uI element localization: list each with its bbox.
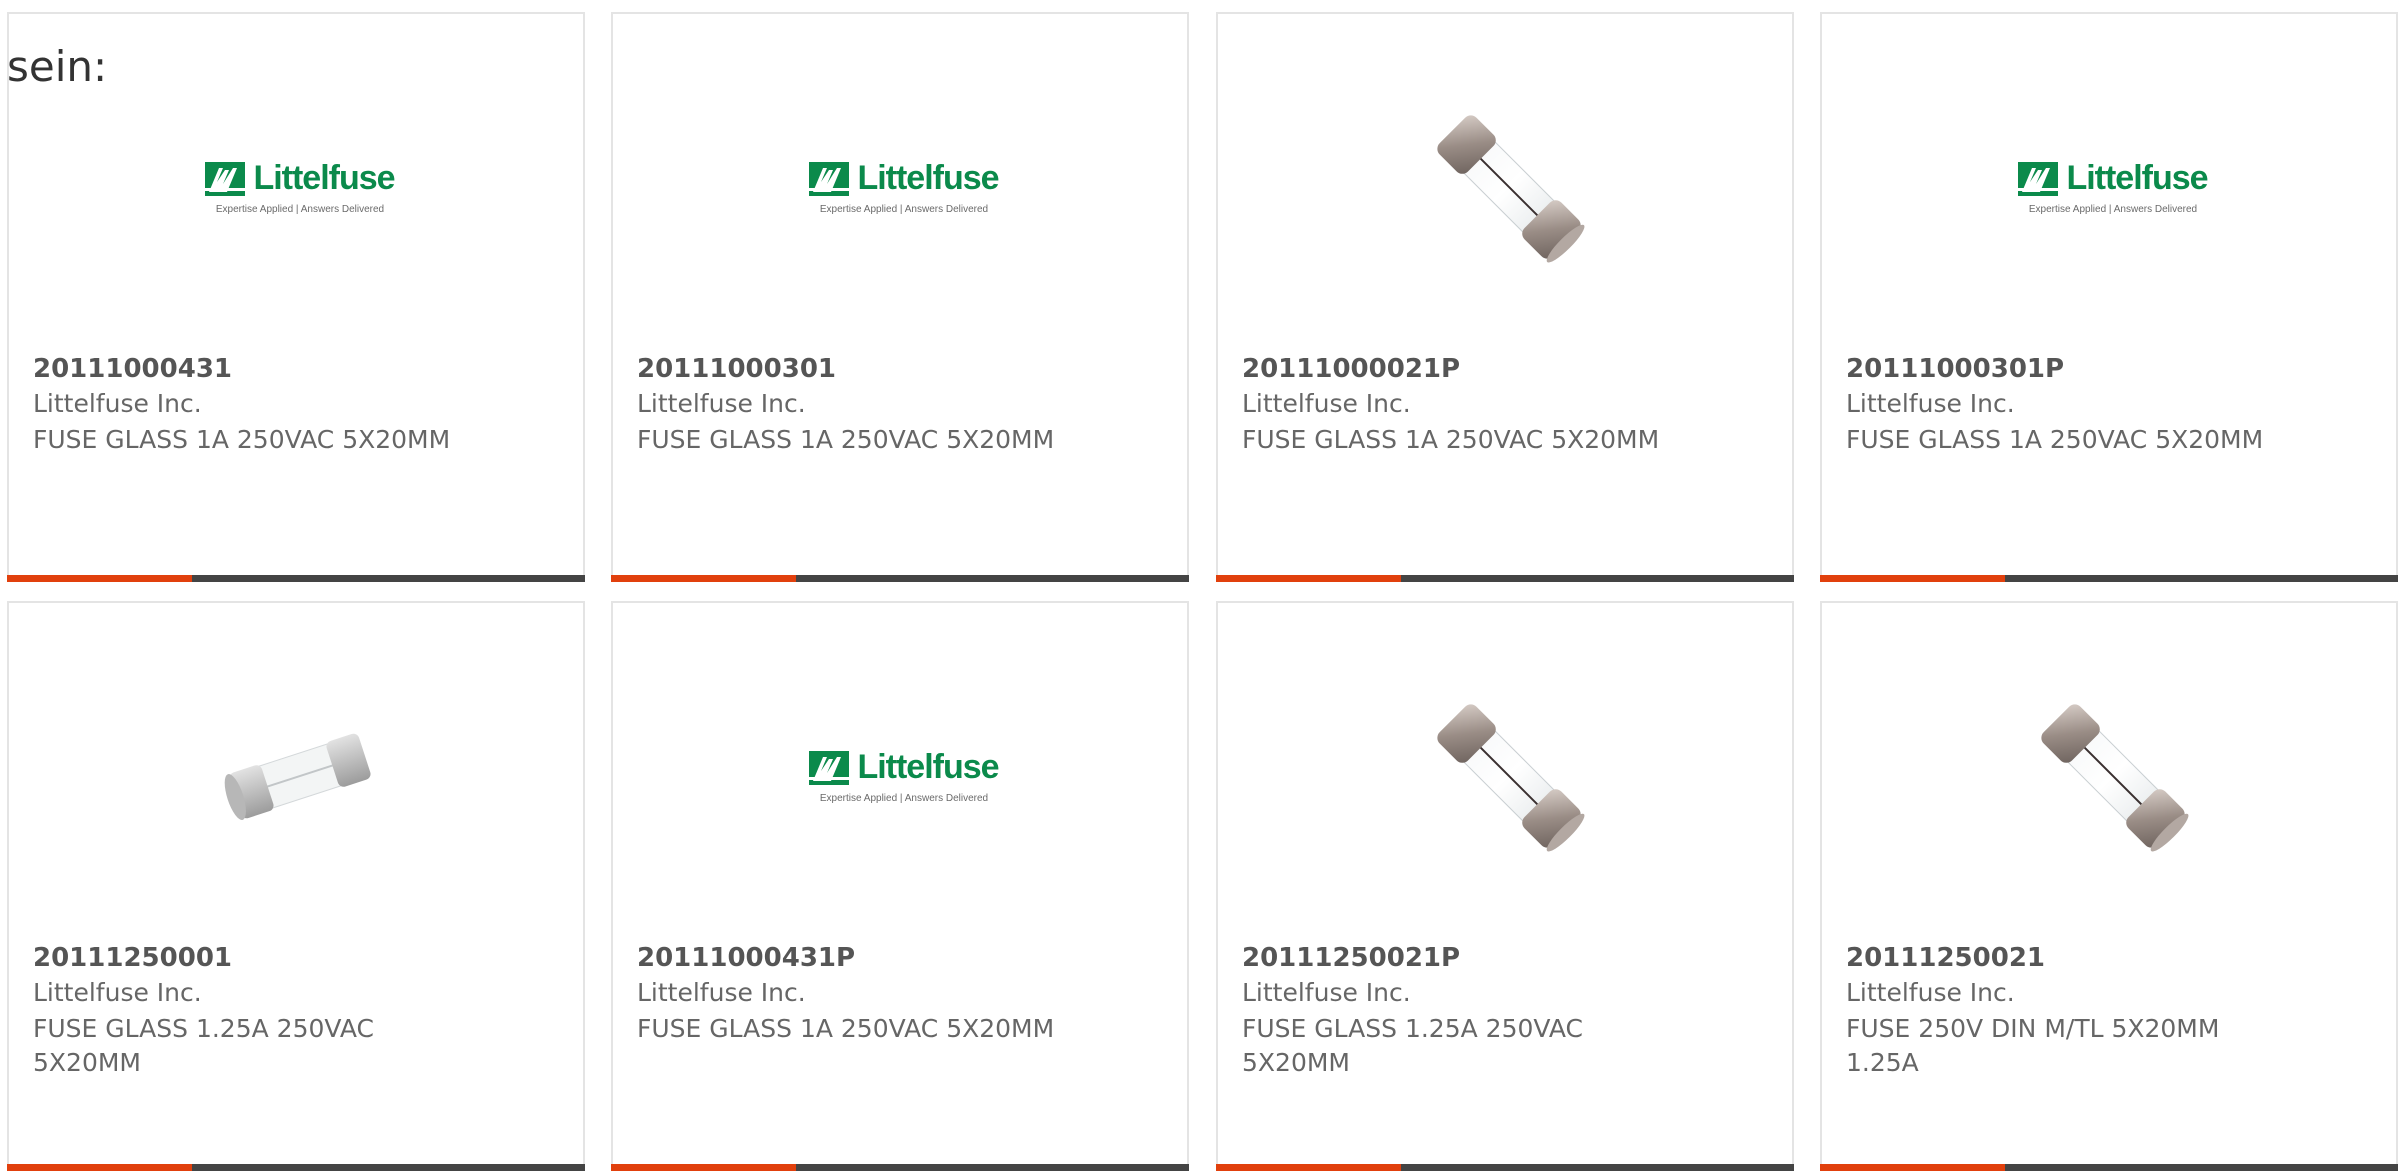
product-image[interactable]: Littelfuse Expertise Applied | Answers D… <box>195 82 405 292</box>
card-footer-accent <box>1216 575 1401 582</box>
intro-text: sein: <box>7 42 108 91</box>
fuse-image <box>2013 676 2213 876</box>
logo-tagline: Expertise Applied | Answers Delivered <box>215 204 385 215</box>
fuse-image <box>1409 676 1609 876</box>
card-footer-accent <box>1216 1164 1401 1171</box>
littelfuse-mark-icon <box>2018 161 2059 196</box>
card-footer-accent <box>1820 1164 2005 1171</box>
logo-wordmark: Littelfuse <box>253 159 395 197</box>
manufacturer: Littelfuse Inc. <box>637 978 806 1007</box>
product-description: FUSE GLASS 1.25A 250VAC 5X20MM <box>1242 1014 1584 1077</box>
product-image[interactable]: Littelfuse Expertise Applied | Answers D… <box>799 671 1009 881</box>
littelfuse-mark-icon <box>809 750 850 785</box>
fuse-image <box>1409 87 1609 287</box>
glass-fuse-icon <box>224 733 371 820</box>
card-footer-accent <box>611 1164 796 1171</box>
card-footer-bar <box>1820 575 2398 582</box>
card-footer-accent <box>7 1164 192 1171</box>
product-image[interactable]: Littelfuse Expertise Applied | Answers D… <box>2008 82 2218 292</box>
part-number[interactable]: 20111000301 <box>637 354 836 384</box>
glass-fuse-icon <box>2041 704 2189 852</box>
littelfuse-mark-icon <box>205 161 246 196</box>
card-footer-bar <box>611 1164 1189 1171</box>
littelfuse-logo: Littelfuse Expertise Applied | Answers D… <box>205 159 396 215</box>
manufacturer: Littelfuse Inc. <box>33 978 202 1007</box>
littelfuse-logo: Littelfuse Expertise Applied | Answers D… <box>2018 159 2209 215</box>
product-image[interactable] <box>195 671 405 881</box>
part-number[interactable]: 20111000301P <box>1846 354 2064 384</box>
card-footer-bar <box>7 1164 585 1171</box>
card-footer-bar <box>1216 1164 1794 1171</box>
part-number[interactable]: 20111250001 <box>33 943 232 973</box>
logo-wordmark: Littelfuse <box>857 159 999 197</box>
product-card[interactable]: 20111250021 Littelfuse Inc. FUSE 250V DI… <box>1820 601 2398 1171</box>
part-number[interactable]: 20111000431P <box>637 943 855 973</box>
product-grid: Littelfuse Expertise Applied | Answers D… <box>0 0 2400 1171</box>
fuse-image <box>200 676 400 876</box>
manufacturer: Littelfuse Inc. <box>1242 978 1411 1007</box>
card-footer-accent <box>611 575 796 582</box>
littelfuse-mark-icon <box>809 161 850 196</box>
product-card[interactable]: Littelfuse Expertise Applied | Answers D… <box>7 12 585 582</box>
littelfuse-logo: Littelfuse Expertise Applied | Answers D… <box>809 748 1000 804</box>
card-footer-bar <box>7 575 585 582</box>
part-number[interactable]: 20111000431 <box>33 354 232 384</box>
card-footer-bar <box>611 575 1189 582</box>
product-description: FUSE GLASS 1A 250VAC 5X20MM <box>1846 425 2264 454</box>
product-description: FUSE GLASS 1.25A 250VAC 5X20MM <box>33 1014 375 1077</box>
glass-fuse-icon <box>1437 704 1585 852</box>
logo-wordmark: Littelfuse <box>2066 159 2208 197</box>
product-description: FUSE GLASS 1A 250VAC 5X20MM <box>637 1014 1055 1043</box>
manufacturer: Littelfuse Inc. <box>1846 978 2015 1007</box>
logo-tagline: Expertise Applied | Answers Delivered <box>2028 204 2198 215</box>
manufacturer: Littelfuse Inc. <box>637 389 806 418</box>
logo-tagline: Expertise Applied | Answers Delivered <box>819 204 989 215</box>
part-number[interactable]: 20111000021P <box>1242 354 1460 384</box>
product-image[interactable] <box>1404 82 1614 292</box>
part-number[interactable]: 20111250021 <box>1846 943 2045 973</box>
product-description: FUSE GLASS 1A 250VAC 5X20MM <box>1242 425 1660 454</box>
product-card[interactable]: 20111250001 Littelfuse Inc. FUSE GLASS 1… <box>7 601 585 1171</box>
manufacturer: Littelfuse Inc. <box>1242 389 1411 418</box>
product-description: FUSE GLASS 1A 250VAC 5X20MM <box>33 425 451 454</box>
card-footer-accent <box>1820 575 2005 582</box>
product-card[interactable]: Littelfuse Expertise Applied | Answers D… <box>611 601 1189 1171</box>
product-image[interactable] <box>2008 671 2218 881</box>
product-card[interactable]: 20111250021P Littelfuse Inc. FUSE GLASS … <box>1216 601 1794 1171</box>
part-number[interactable]: 20111250021P <box>1242 943 1460 973</box>
product-card[interactable]: Littelfuse Expertise Applied | Answers D… <box>1820 12 2398 582</box>
littelfuse-logo: Littelfuse Expertise Applied | Answers D… <box>809 159 1000 215</box>
glass-fuse-icon <box>1437 115 1585 263</box>
product-image[interactable] <box>1404 671 1614 881</box>
card-footer-accent <box>7 575 192 582</box>
product-card[interactable]: 20111000021P Littelfuse Inc. FUSE GLASS … <box>1216 12 1794 582</box>
card-footer-bar <box>1820 1164 2398 1171</box>
product-description: FUSE GLASS 1A 250VAC 5X20MM <box>637 425 1055 454</box>
manufacturer: Littelfuse Inc. <box>1846 389 2015 418</box>
product-card[interactable]: Littelfuse Expertise Applied | Answers D… <box>611 12 1189 582</box>
product-image[interactable]: Littelfuse Expertise Applied | Answers D… <box>799 82 1009 292</box>
logo-wordmark: Littelfuse <box>857 748 999 786</box>
product-description: FUSE 250V DIN M/TL 5X20MM 1.25A <box>1846 1014 2220 1077</box>
manufacturer: Littelfuse Inc. <box>33 389 202 418</box>
logo-tagline: Expertise Applied | Answers Delivered <box>819 793 989 804</box>
card-footer-bar <box>1216 575 1794 582</box>
